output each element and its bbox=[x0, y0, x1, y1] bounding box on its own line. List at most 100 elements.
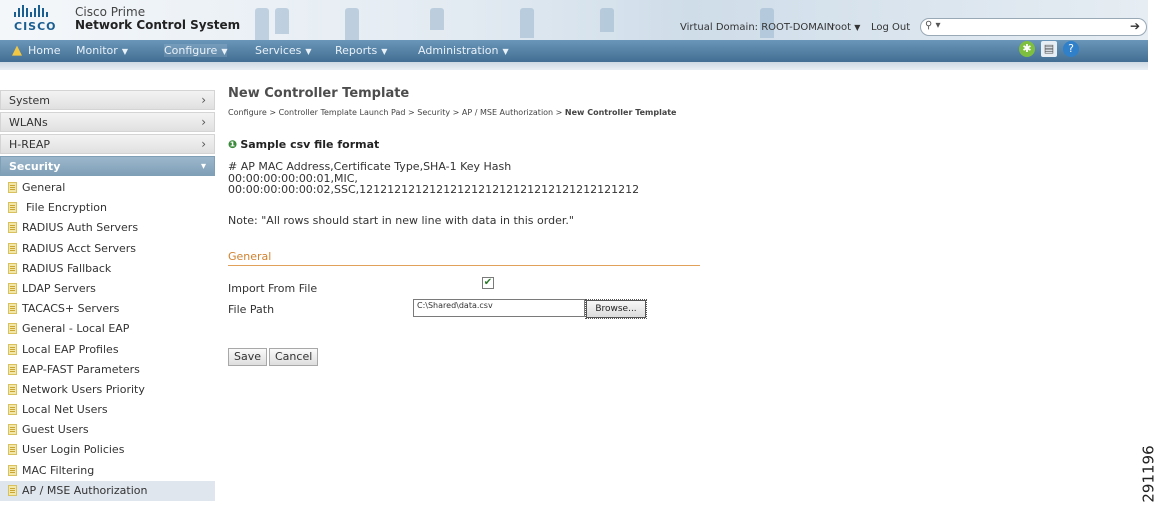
sidebar-item-label: RADIUS Fallback bbox=[22, 261, 112, 275]
search-go-arrow-icon[interactable]: ➔ bbox=[1130, 19, 1140, 33]
menu-reports-label: Reports bbox=[335, 44, 378, 57]
page-icon bbox=[8, 222, 17, 234]
alarm-icon[interactable]: ✱ bbox=[1019, 41, 1035, 57]
sidebar-item-label: Network Users Priority bbox=[22, 382, 145, 396]
menu-configure[interactable]: Configure ▼ bbox=[164, 44, 228, 57]
sidebar-item-file-encryption[interactable]: File Encryption bbox=[0, 198, 215, 218]
sample-csv-title: Sample csv file format bbox=[240, 138, 380, 151]
sidebar-item-general[interactable]: General bbox=[0, 178, 215, 198]
main-menubar: ▲ Home Monitor ▼ Configure ▼ Services ▼ Rep… bbox=[0, 40, 1148, 62]
search-icon[interactable]: ⚲ ▾ bbox=[925, 20, 941, 31]
chevron-right-icon: › bbox=[201, 93, 206, 107]
sidebar-item-mac-filtering[interactable]: MAC Filtering bbox=[0, 461, 215, 481]
sidebar-item-user-login-policies[interactable]: User Login Policies bbox=[0, 440, 215, 460]
header-decoration bbox=[520, 8, 534, 38]
chevron-down-icon: ▼ bbox=[121, 47, 128, 56]
csv-line: 00:00:00:00:00:02,SSC,121212121212121212… bbox=[228, 183, 640, 196]
sidebar-item-network-users-priority[interactable]: Network Users Priority bbox=[0, 380, 215, 400]
sidebar-item-label: AP / MSE Authorization bbox=[22, 483, 148, 497]
utility-icons: ✱ ▤ ? bbox=[1019, 41, 1079, 57]
sidebar-item-label: TACACS+ Servers bbox=[22, 302, 120, 316]
header-decoration bbox=[600, 8, 614, 32]
header-decoration bbox=[430, 8, 444, 30]
csv-sample-block: # AP MAC Address,Certificate Type,SHA-1 … bbox=[228, 161, 639, 196]
sidebar-item-label: EAP-FAST Parameters bbox=[22, 362, 140, 376]
sidebar-item-radius-auth-servers[interactable]: RADIUS Auth Servers bbox=[0, 218, 215, 238]
page-icon bbox=[8, 424, 17, 436]
page-icon bbox=[8, 383, 17, 395]
logout-link[interactable]: Log Out bbox=[871, 22, 910, 33]
page-icon bbox=[8, 262, 17, 274]
user-menu[interactable]: root ▼ bbox=[831, 22, 860, 33]
sidebar-item-local-eap-profiles[interactable]: Local EAP Profiles bbox=[0, 340, 215, 360]
chevron-down-icon: ▼ bbox=[854, 23, 861, 32]
chevron-down-icon: ▼ bbox=[221, 47, 228, 56]
sidebar-item-label: Local EAP Profiles bbox=[22, 342, 119, 356]
import-from-file-label: Import From File bbox=[228, 282, 318, 295]
save-button[interactable]: Save bbox=[228, 348, 268, 366]
sidebar-item-radius-acct-servers[interactable]: RADIUS Acct Servers bbox=[0, 239, 215, 259]
help-icon[interactable]: ? bbox=[1063, 41, 1079, 57]
menu-home-label: Home bbox=[28, 44, 61, 57]
breadcrumb: Configure > Controller Template Launch P… bbox=[228, 108, 676, 117]
chevron-down-icon: ▾ bbox=[200, 161, 206, 172]
csv-line: # AP MAC Address,Certificate Type,SHA-1 … bbox=[228, 160, 512, 173]
page-icon bbox=[8, 182, 17, 193]
sidebar-item-label: General bbox=[22, 181, 66, 194]
breadcrumb-path[interactable]: Configure > Controller Template Launch P… bbox=[228, 108, 565, 117]
file-path-label: File Path bbox=[228, 303, 275, 316]
figure-code: 291196 bbox=[1140, 430, 1170, 519]
sidebar-item-ap-mse-authorization[interactable]: AP / MSE Authorization bbox=[0, 480, 215, 501]
page-icon bbox=[8, 202, 17, 214]
cancel-button[interactable]: Cancel bbox=[269, 348, 319, 366]
sidebar-item-label: LDAP Servers bbox=[22, 281, 96, 295]
sidebar-item-label: RADIUS Auth Servers bbox=[22, 221, 139, 235]
sidebar-category-label: WLANs bbox=[9, 116, 48, 129]
home-icon[interactable]: ▲ bbox=[12, 43, 22, 58]
menu-services-label: Services bbox=[255, 44, 302, 57]
cisco-logo-bars-icon bbox=[14, 5, 54, 17]
file-path-input[interactable]: C:\Shared\data.csv bbox=[413, 299, 585, 317]
menu-configure-label: Configure bbox=[164, 44, 218, 57]
menu-reports[interactable]: Reports ▼ bbox=[335, 44, 387, 57]
sidebar-item-eap-fast-parameters[interactable]: EAP-FAST Parameters bbox=[0, 360, 215, 380]
sidebar-item-local-net-users[interactable]: Local Net Users bbox=[0, 400, 215, 420]
menu-administration-label: Administration bbox=[418, 44, 499, 57]
menu-services[interactable]: Services ▼ bbox=[255, 44, 312, 57]
page-icon bbox=[8, 444, 17, 456]
search-input[interactable]: ⚲ ▾ ➔ bbox=[920, 18, 1147, 36]
sidebar-item-general-local-eap[interactable]: General - Local EAP bbox=[0, 319, 215, 339]
sidebar-item-ldap-servers[interactable]: LDAP Servers bbox=[0, 279, 215, 299]
menu-home[interactable]: Home bbox=[28, 44, 60, 57]
page-icon bbox=[8, 464, 17, 476]
cisco-logo-text: CISCO bbox=[14, 20, 57, 33]
sidebar-item-label: RADIUS Acct Servers bbox=[22, 241, 137, 255]
browse-button[interactable]: Browse... bbox=[585, 299, 647, 319]
header-decoration bbox=[345, 8, 359, 40]
sidebar-item-tacacs-servers[interactable]: TACACS+ Servers bbox=[0, 299, 215, 319]
sidebar-category-security[interactable]: Security ▾ bbox=[0, 156, 215, 176]
sidebar: System › WLANs › H-REAP › Security ▾ General… bbox=[0, 90, 215, 501]
menu-monitor[interactable]: Monitor ▼ bbox=[76, 44, 128, 57]
sidebar-item-label: Local Net Users bbox=[22, 403, 108, 417]
sidebar-category-system[interactable]: System › bbox=[0, 90, 215, 110]
sample-csv-heading: ❶ Sample csv file format bbox=[228, 138, 379, 151]
print-icon[interactable]: ▤ bbox=[1041, 41, 1057, 57]
menu-administration[interactable]: Administration ▼ bbox=[418, 44, 509, 57]
product-name: Cisco Prime Network Control System bbox=[75, 6, 240, 32]
csv-note: Note: "All rows should start in new line… bbox=[228, 214, 574, 227]
sidebar-item-label: File Encryption bbox=[26, 201, 107, 215]
sidebar-category-wlans[interactable]: WLANs › bbox=[0, 112, 215, 132]
sidebar-category-label: H-REAP bbox=[9, 138, 50, 151]
sidebar-item-guest-users[interactable]: Guest Users bbox=[0, 420, 215, 440]
sidebar-category-label: Security bbox=[9, 160, 61, 173]
sidebar-item-radius-fallback[interactable]: RADIUS Fallback bbox=[0, 259, 215, 279]
import-from-file-checkbox[interactable]: ✔ bbox=[482, 277, 494, 289]
page-icon bbox=[8, 303, 17, 315]
sidebar-category-h-reap[interactable]: H-REAP › bbox=[0, 134, 215, 154]
menu-monitor-label: Monitor bbox=[76, 44, 118, 57]
chevron-down-icon: ▼ bbox=[502, 47, 509, 56]
menu-subbar bbox=[0, 62, 1148, 70]
chevron-right-icon: › bbox=[201, 137, 206, 151]
product-line2: Network Control System bbox=[75, 18, 241, 32]
